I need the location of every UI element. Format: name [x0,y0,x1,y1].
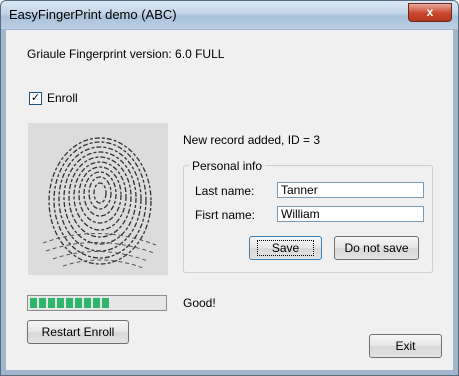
restart-enroll-button[interactable]: Restart Enroll [27,320,129,344]
progress-segment [93,298,100,308]
progress-segment [75,298,82,308]
title-bar[interactable]: EasyFingerPrint demo (ABC) x [1,1,458,29]
fingerprint-graphic [28,123,168,275]
first-name-label: Fisrt name: [195,208,256,222]
exit-button[interactable]: Exit [369,334,442,358]
personal-info-title: Personal info [189,159,266,173]
fingerprint-image [28,123,168,275]
save-button-label: Save [256,240,315,256]
progress-segment [66,298,73,308]
progress-segment [102,298,109,308]
app-window: EasyFingerPrint demo (ABC) x Griaule Fin… [0,0,459,376]
progress-segment [84,298,91,308]
version-label: Griaule Fingerprint version: 6.0 FULL [27,47,225,61]
window-title: EasyFingerPrint demo (ABC) [9,7,177,22]
progress-segment [48,298,55,308]
last-name-label: Last name: [195,184,255,198]
dialog-body: Griaule Fingerprint version: 6.0 FULL ✓ … [6,30,453,370]
enroll-progress-bar [27,295,167,311]
enroll-checkbox[interactable]: ✓ [29,92,42,105]
first-name-field[interactable] [277,206,424,222]
save-button[interactable]: Save [249,236,322,260]
enroll-label[interactable]: Enroll [47,91,78,105]
close-button[interactable]: x [408,3,452,22]
do-not-save-button[interactable]: Do not save [334,236,419,260]
progress-segment [30,298,37,308]
progress-segment [39,298,46,308]
record-status-message: New record added, ID = 3 [183,133,321,147]
last-name-field[interactable] [277,182,424,198]
progress-segment [57,298,64,308]
quality-status: Good! [183,296,216,310]
